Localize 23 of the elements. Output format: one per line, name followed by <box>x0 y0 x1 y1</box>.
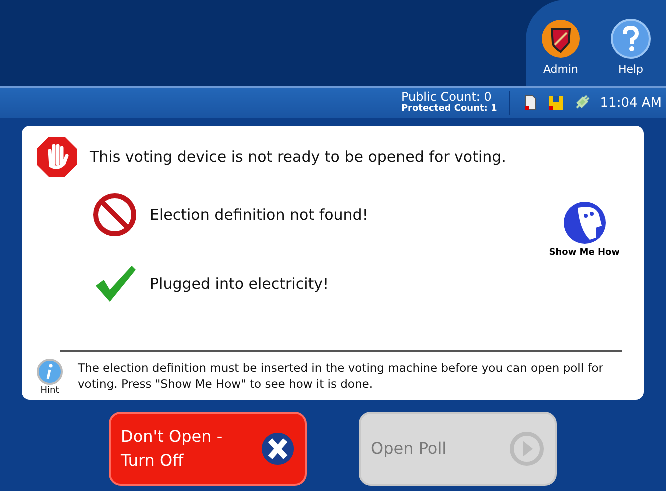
status-message: This voting device is not ready to be opened for voting. <box>90 148 506 166</box>
plug-icon <box>574 95 590 111</box>
check-result: Election definition not found! <box>150 206 368 224</box>
prohibited-icon <box>92 192 138 238</box>
toolbar-button[interactable]: Help <box>611 19 651 76</box>
hint-text: The election definition must be inserted in the voting machine before you can open poll for voting. Press "Show Me How" to see how it is done. <box>78 360 605 392</box>
document-icon <box>524 95 538 111</box>
hint-label: Hint <box>40 386 60 396</box>
info-icon <box>36 358 64 386</box>
stop-hand-icon <box>36 136 78 178</box>
check-result: Plugged into electricity! <box>150 275 330 293</box>
shield-icon <box>541 19 581 59</box>
help-icon <box>611 19 651 59</box>
toolbar-button[interactable]: Admin <box>541 19 581 76</box>
show-me-how-button[interactable]: Show Me How <box>549 200 620 304</box>
floppy-icon <box>548 95 564 111</box>
arrow-right-icon <box>509 431 545 467</box>
head-icon <box>562 200 608 246</box>
close-icon <box>261 431 295 467</box>
public-count: Public Count: 0 <box>401 91 492 104</box>
protected-count: Protected Count: 1 <box>401 104 498 115</box>
turn-off-button[interactable]: Don't Open - Turn Off <box>109 412 307 486</box>
clock-time: 11:04 AM <box>600 96 662 110</box>
